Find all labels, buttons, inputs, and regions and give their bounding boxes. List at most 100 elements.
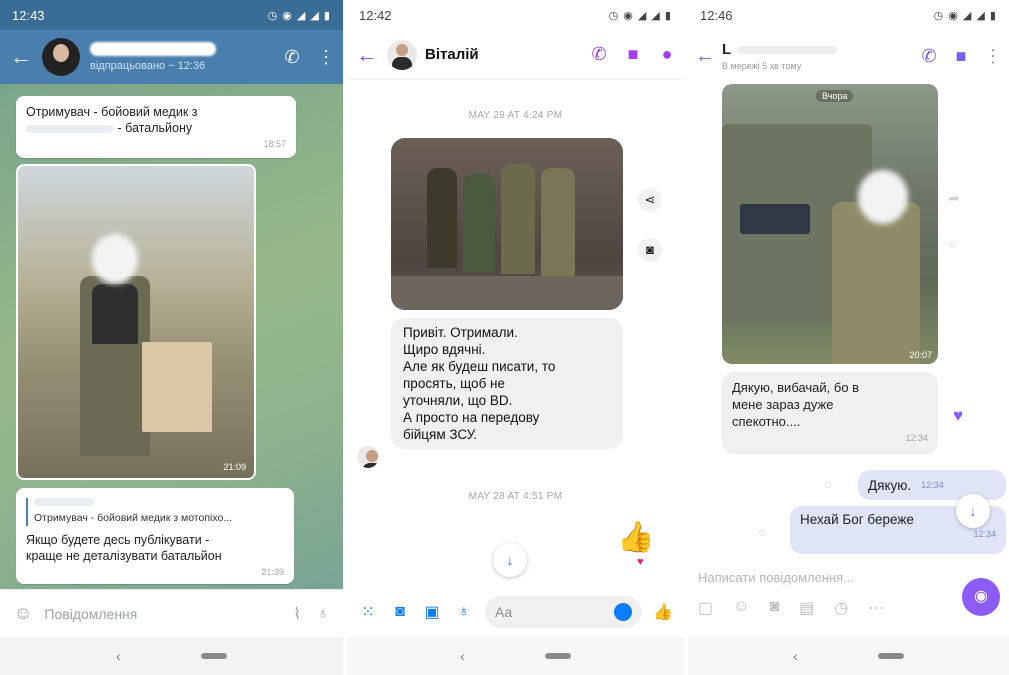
message-line: спекотно.... <box>732 414 801 429</box>
contact-name[interactable]: Віталій <box>425 46 582 63</box>
message-bubble[interactable]: Привіт. Отримали. Щиро вдячні. Але як бу… <box>391 318 623 449</box>
more-vertical-icon[interactable]: ⋮ <box>309 47 343 68</box>
camera-icon[interactable]: ◙ <box>389 603 411 621</box>
photo-vest <box>92 284 138 344</box>
reaction-icon[interactable]: ○ <box>948 236 956 252</box>
avatar[interactable] <box>387 39 417 70</box>
video-call-icon[interactable]: ■ <box>616 44 650 65</box>
nav-back-icon[interactable]: ‹ <box>460 648 465 664</box>
input-placeholder: Aa <box>495 604 513 620</box>
nav-home-pill[interactable] <box>200 653 227 659</box>
more-vertical-icon[interactable]: ⋮ <box>977 46 1009 67</box>
photo-figure <box>501 164 535 274</box>
photo-message[interactable]: 21:09 <box>16 164 256 480</box>
heart-reaction-icon[interactable]: ♥ <box>637 556 644 568</box>
contact-initial: L <box>722 41 732 58</box>
sender-avatar[interactable] <box>357 446 379 468</box>
message-line: бійцям ЗСУ. <box>403 427 478 442</box>
camera-icon[interactable]: ◙ <box>769 598 779 618</box>
microphone-icon[interactable]: ♁ <box>453 603 475 621</box>
avatar[interactable] <box>42 38 80 76</box>
photo-figure <box>541 168 575 276</box>
camera-icon[interactable]: ◙ <box>638 238 662 262</box>
screenshot-collage: 12:43 ◷ ◉ ◢ ◢ ▮ ← відпрацьовано ~ 12:36 … <box>0 0 1009 675</box>
message-text: Дякую. <box>868 477 912 493</box>
timer-icon[interactable]: ◷ <box>834 598 848 618</box>
apps-grid-icon[interactable]: ⁙ <box>357 602 379 622</box>
photo-message[interactable]: Вчора 20:07 <box>722 84 938 364</box>
photo-figure <box>427 168 457 268</box>
contact-status: В мережі 5 хв тому <box>722 61 802 71</box>
microphone-icon[interactable]: ♁ <box>317 605 329 623</box>
status-time: 12:42 <box>359 7 392 23</box>
photo-time: 20:07 <box>909 350 932 360</box>
emoji-icon[interactable] <box>614 603 632 621</box>
more-horizontal-icon[interactable]: ⋯ <box>868 598 884 618</box>
outgoing-message-bubble[interactable]: Дякую. 12:34 <box>858 470 1006 500</box>
scroll-down-button[interactable]: ↓ <box>956 494 990 528</box>
system-nav-bar: ‹ <box>688 637 1009 675</box>
photo-figure <box>463 174 495 272</box>
composer-bar: ⁙ ◙ ▣ ♁ Aa 👍 <box>347 587 684 637</box>
chat-title[interactable]: L В мережі 5 хв тому <box>722 41 913 71</box>
emoji-icon[interactable]: ☺ <box>733 598 749 618</box>
message-time: 18:57 <box>263 139 286 149</box>
status-bar: 12:46 ◷ ◉ ◢ ◢ ▮ <box>688 0 1009 30</box>
share-icon[interactable]: ⋖ <box>638 188 662 212</box>
photo-message[interactable] <box>391 138 623 310</box>
message-time: 21:39 <box>261 567 284 577</box>
reaction-icon[interactable]: ○ <box>758 524 766 540</box>
gif-icon[interactable]: ▤ <box>799 598 814 618</box>
redacted-text <box>26 124 114 133</box>
attach-icon[interactable]: ⌇ <box>293 604 301 624</box>
phone-icon[interactable]: ✆ <box>582 44 616 65</box>
viber-screen: 12:46 ◷ ◉ ◢ ◢ ▮ ← L В мережі 5 хв тому ✆… <box>688 0 1009 675</box>
chat-title[interactable]: відпрацьовано ~ 12:36 <box>90 42 275 72</box>
message-line: мене зараз дуже <box>732 397 834 412</box>
status-time: 12:46 <box>700 7 733 23</box>
back-arrow-icon[interactable]: ← <box>0 44 42 70</box>
blurred-face <box>92 234 138 284</box>
voice-message-button[interactable]: ◉ <box>962 578 1000 616</box>
status-bar: 12:43 ◷ ◉ ◢ ◢ ▮ <box>0 0 343 30</box>
message-input[interactable]: Написати повідомлення... <box>698 570 854 585</box>
date-separator: MAY 28 AT 4:24 PM <box>468 110 563 121</box>
message-time: 12:34 <box>905 433 928 443</box>
nav-home-pill[interactable] <box>877 653 904 659</box>
status-icons: ◷ ◉ ◢ ◢ ▮ <box>608 9 672 22</box>
date-separator: MAY 28 AT 4:51 PM <box>468 491 563 502</box>
reply-message-bubble[interactable]: Отримувач - бойовий медик з мотопіхо... … <box>16 488 294 584</box>
nav-back-icon[interactable]: ‹ <box>793 648 798 664</box>
message-text: Отримувач - бойовий медик з <box>26 105 198 119</box>
message-time: 12:34 <box>973 529 996 539</box>
info-icon[interactable]: ● <box>650 44 684 65</box>
nav-home-pill[interactable] <box>544 653 571 659</box>
message-line: А просто на передову <box>403 410 540 425</box>
message-bubble[interactable]: Дякую, вибачай, бо в мене зараз дуже спе… <box>722 372 938 454</box>
message-bubble[interactable]: Отримувач - бойовий медик з - батальйону… <box>16 96 296 158</box>
gallery-icon[interactable]: ▣ <box>421 602 443 622</box>
message-text: Якщо будете десь публікувати - <box>26 533 210 547</box>
reply-quote[interactable]: Отримувач - бойовий медик з мотопіхо... <box>26 498 284 526</box>
scroll-down-button[interactable]: ↓ <box>493 543 527 577</box>
sticker-icon[interactable]: ▢ <box>698 598 713 618</box>
phone-icon[interactable]: ✆ <box>913 46 945 67</box>
nav-back-icon[interactable]: ‹ <box>116 648 121 664</box>
message-input-bar: ☺ Повідомлення ⌇ ♁ <box>0 589 343 637</box>
forward-icon[interactable]: ➦ <box>948 190 960 207</box>
message-input[interactable]: Повідомлення <box>44 606 293 622</box>
message-input[interactable]: Aa <box>485 596 642 628</box>
video-call-icon[interactable]: ■ <box>945 46 977 67</box>
back-arrow-icon[interactable]: ← <box>688 45 722 68</box>
composer-tools: ▢ ☺ ◙ ▤ ◷ ⋯ <box>698 598 884 618</box>
message-line: Привіт. Отримали. <box>403 325 518 340</box>
thumbs-up-sticker[interactable]: 👍 <box>617 520 654 555</box>
system-nav-bar: ‹ <box>0 637 343 675</box>
message-line: просять, щоб не <box>403 376 506 391</box>
back-arrow-icon[interactable]: ← <box>347 42 387 68</box>
emoji-icon[interactable]: ☺ <box>14 603 32 624</box>
heart-reaction-icon[interactable]: ♥ <box>946 404 970 428</box>
phone-icon[interactable]: ✆ <box>275 47 309 68</box>
like-button-icon[interactable]: 👍 <box>652 602 674 622</box>
reaction-icon[interactable]: ○ <box>824 476 832 492</box>
